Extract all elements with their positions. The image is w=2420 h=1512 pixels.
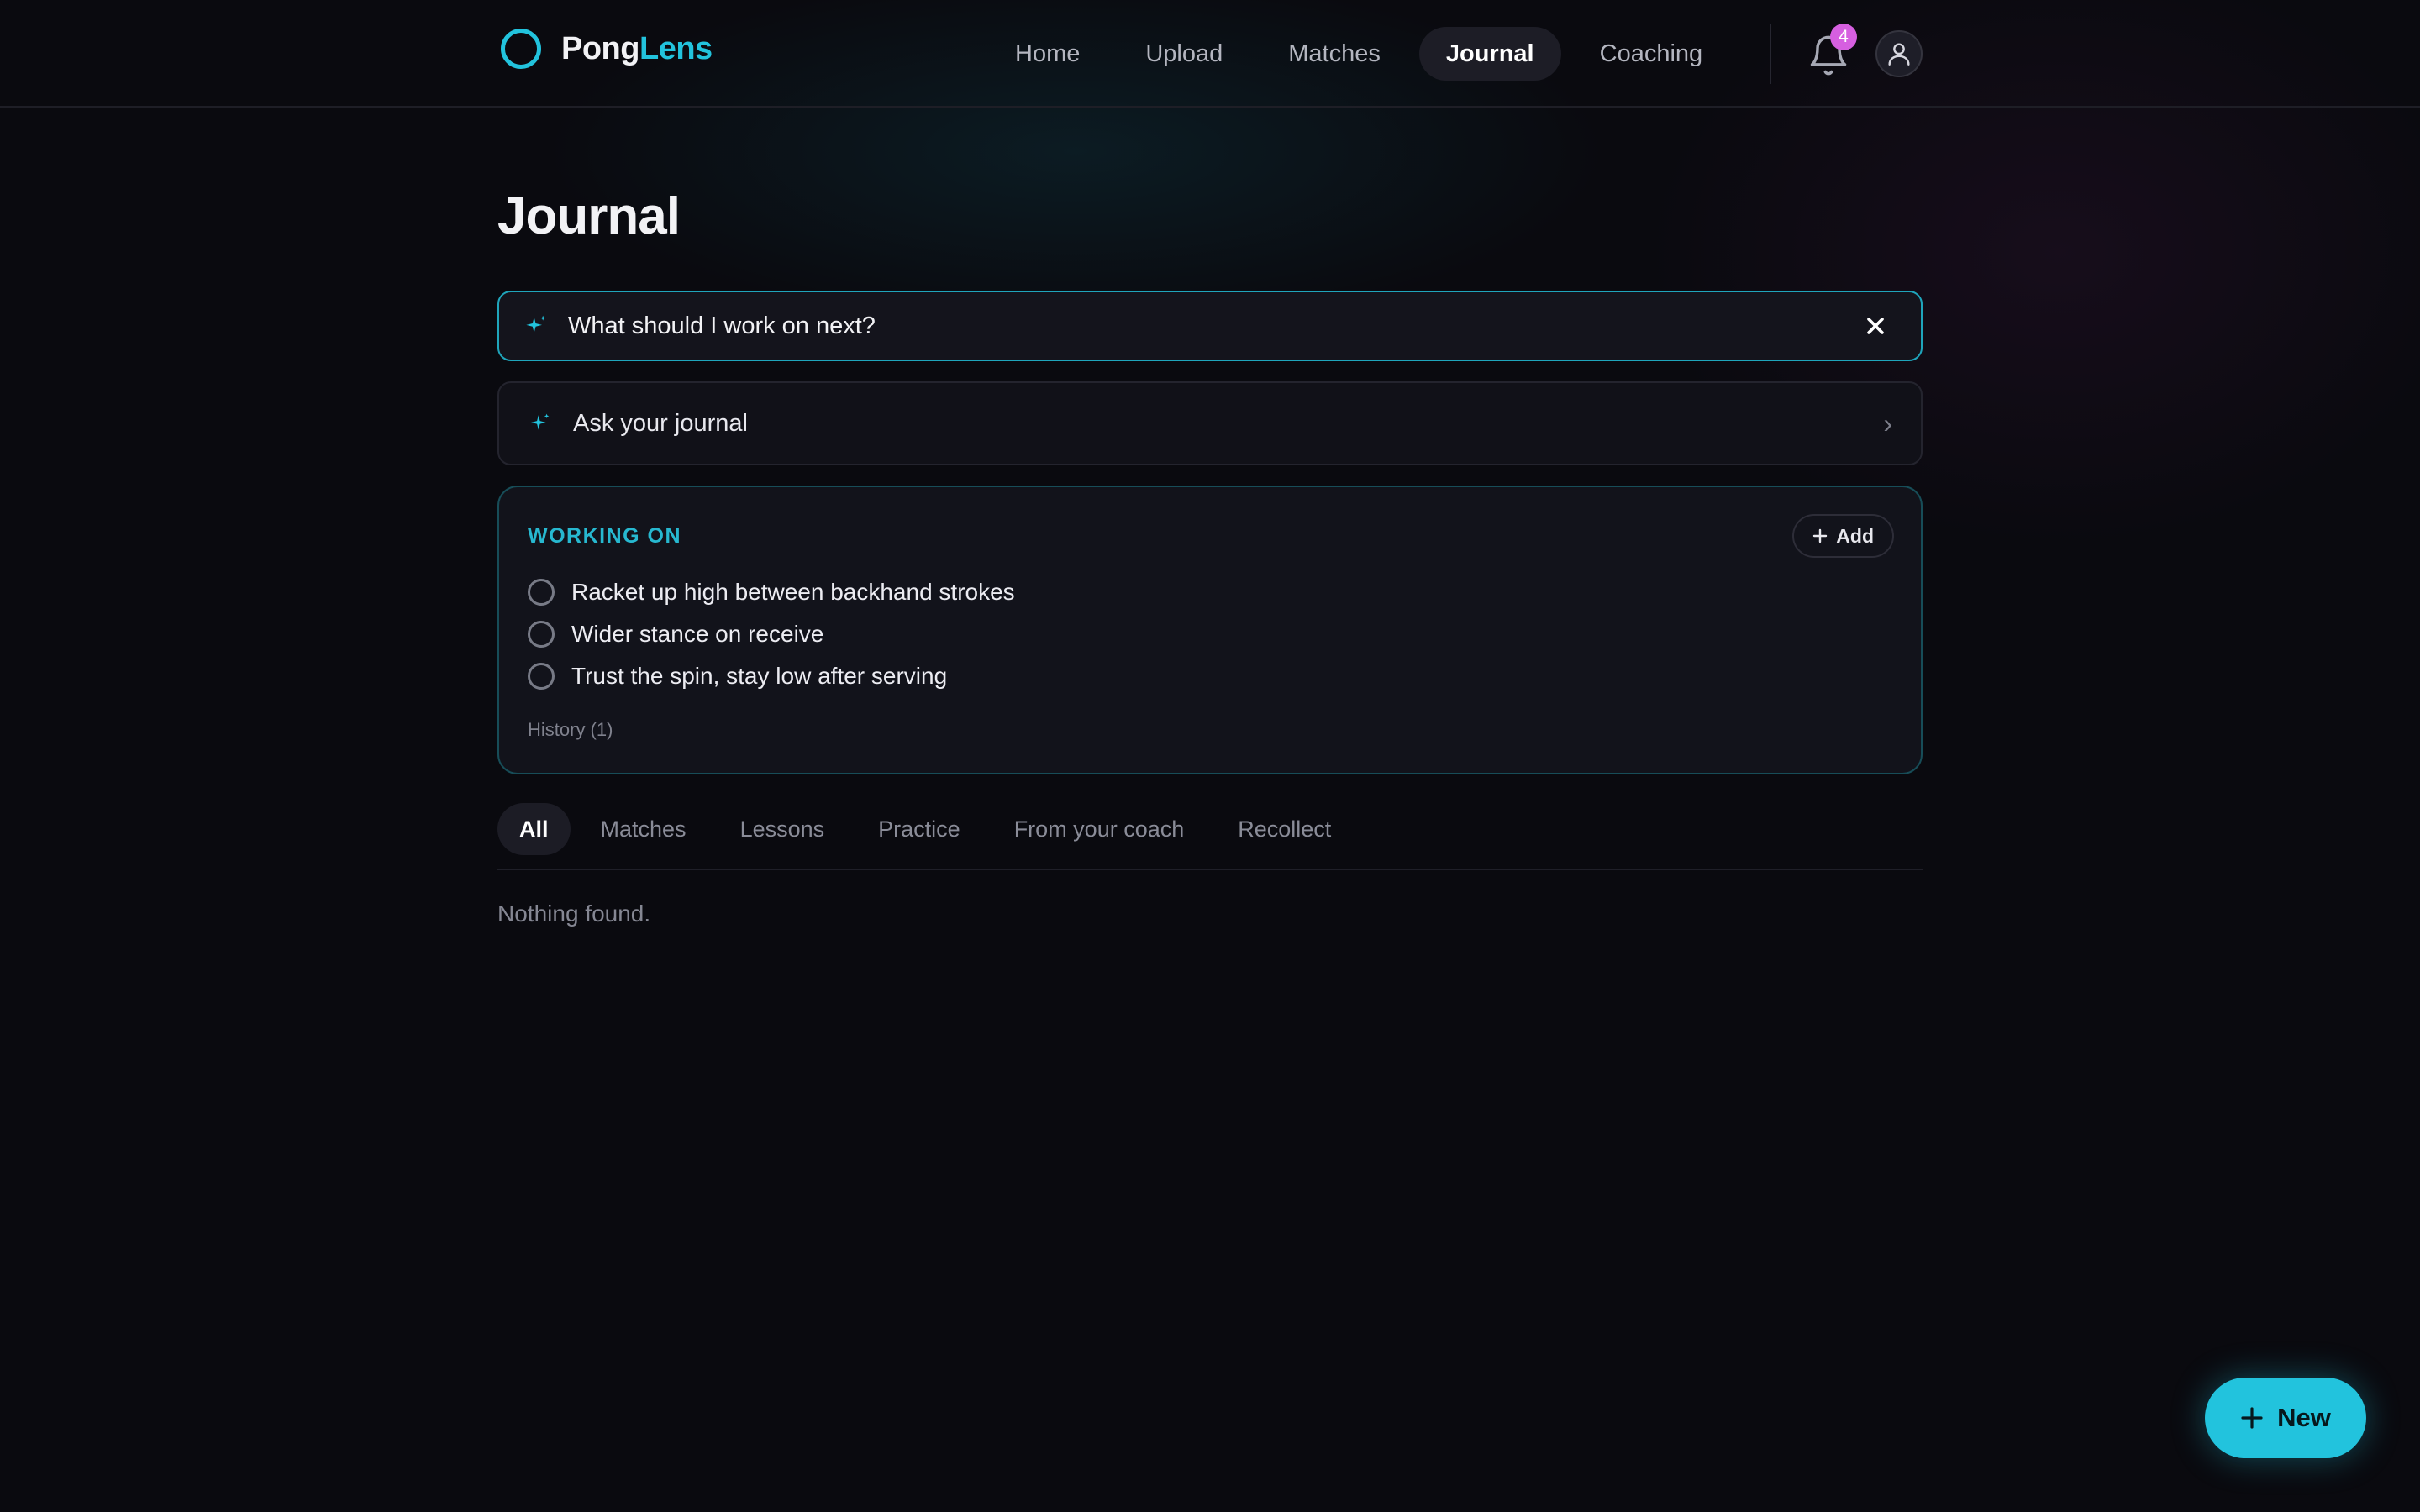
tab-recollect[interactable]: Recollect: [1214, 803, 1355, 855]
goal-text: Racket up high between backhand strokes: [571, 579, 1015, 605]
sparkle-icon: [526, 315, 546, 333]
new-entry-label: New: [2277, 1403, 2331, 1432]
brand-name-part1: Pong: [561, 30, 639, 66]
tabs-divider: [497, 869, 1923, 870]
nav-upload[interactable]: Upload: [1118, 27, 1249, 81]
plus-icon: [1813, 528, 1828, 543]
user-icon: [1888, 43, 1910, 66]
goal-checkbox[interactable]: [528, 621, 555, 648]
plus-icon: [2241, 1407, 2263, 1429]
goal-text: Trust the spin, stay low after serving: [571, 663, 948, 689]
ask-journal-label: Ask your journal: [573, 409, 748, 437]
main-nav: Home Upload Matches Journal Coaching: [988, 27, 1729, 81]
goal-item: Wider stance on receive: [528, 613, 1015, 655]
goal-text: Wider stance on receive: [571, 621, 824, 647]
add-goal-label: Add: [1836, 524, 1874, 547]
journal-search-bar: [497, 291, 1923, 361]
tab-lessons[interactable]: Lessons: [717, 803, 849, 855]
nav-home[interactable]: Home: [988, 27, 1107, 81]
notification-badge: 4: [1830, 24, 1857, 50]
working-on-card: WORKING ON Add Racket up high between ba…: [497, 486, 1923, 774]
tab-all[interactable]: All: [497, 803, 571, 855]
brand-logo[interactable]: PongLens: [501, 29, 713, 69]
nav-coaching[interactable]: Coaching: [1573, 27, 1730, 81]
goal-checkbox[interactable]: [528, 579, 555, 606]
empty-state-message: Nothing found.: [497, 900, 651, 927]
clear-search-button[interactable]: [1852, 302, 1899, 349]
top-navbar: PongLens Home Upload Matches Journal Coa…: [0, 0, 2420, 108]
add-goal-button[interactable]: Add: [1792, 514, 1894, 558]
nav-journal[interactable]: Journal: [1418, 27, 1561, 81]
tab-matches[interactable]: Matches: [577, 803, 710, 855]
avatar[interactable]: [1876, 30, 1923, 77]
filter-tabs: All Matches Lessons Practice From your c…: [497, 803, 1355, 855]
goal-item: Racket up high between backhand strokes: [528, 571, 1015, 613]
sparkle-icon: [531, 413, 550, 430]
nav-divider: [1770, 24, 1771, 84]
new-entry-button[interactable]: New: [2205, 1378, 2366, 1458]
search-input[interactable]: [566, 311, 1852, 341]
tab-practice[interactable]: Practice: [855, 803, 984, 855]
chevron-right-icon: ›: [1883, 407, 1892, 438]
goal-list: Racket up high between backhand strokes …: [528, 571, 1015, 697]
ask-journal-button[interactable]: Ask your journal ›: [497, 381, 1923, 465]
tab-from-your-coach[interactable]: From your coach: [991, 803, 1208, 855]
brand-name: PongLens: [561, 31, 713, 67]
working-on-title: WORKING ON: [528, 524, 682, 548]
close-icon: [1867, 318, 1884, 334]
nav-matches[interactable]: Matches: [1261, 27, 1407, 81]
brand-name-part2: Lens: [639, 30, 713, 66]
goal-checkbox[interactable]: [528, 663, 555, 690]
page-title: Journal: [497, 187, 681, 245]
goal-item: Trust the spin, stay low after serving: [528, 655, 1015, 697]
history-link[interactable]: History (1): [528, 719, 613, 741]
logo-ring-icon: [501, 29, 541, 69]
